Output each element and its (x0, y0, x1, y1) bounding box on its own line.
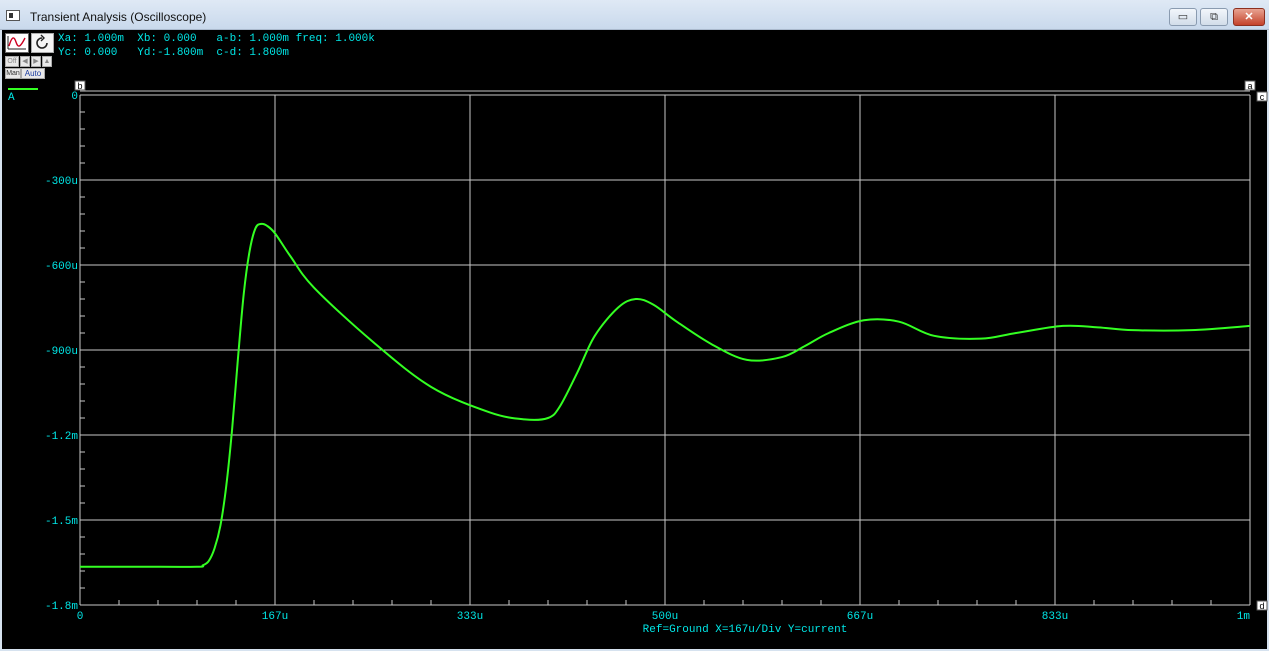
x-tick-label: 333u (457, 611, 483, 623)
y-tick-label: 0 (71, 91, 78, 103)
cursor-a-marker-label: a (1247, 81, 1252, 91)
x-tick-label: 500u (652, 611, 678, 623)
cursor-c-marker: c (1256, 91, 1268, 102)
x-tick-label: 667u (847, 611, 873, 623)
x-tick-label: 833u (1042, 611, 1068, 623)
y-tick-label: -1.8m (45, 601, 78, 613)
y-tick-label: -1.5m (45, 516, 78, 528)
y-tick-label: -1.2m (45, 431, 78, 443)
cursor-c-marker-label: c (1260, 92, 1265, 102)
y-tick-label: -300u (45, 176, 78, 188)
cursor-b-marker: b (74, 80, 86, 91)
y-tick-label: -900u (45, 346, 78, 358)
cursor-d-marker-label: d (1259, 601, 1264, 611)
scale-footer: Ref=Ground X=167u/Div Y=current (643, 624, 848, 636)
cursor-d-marker: d (1256, 600, 1268, 611)
x-tick-label: 167u (262, 611, 288, 623)
cursor-a-marker: a (1244, 80, 1256, 91)
oscilloscope-chart: 0 167u 333u 500u 667u 833u 1m0-300u-600u-900u-… (8, 80, 1268, 636)
x-tick-label: 1m (1237, 611, 1251, 623)
cursor-b-marker-label: b (77, 81, 82, 91)
y-tick-label: -600u (45, 261, 78, 273)
legend-label: A (8, 92, 15, 104)
